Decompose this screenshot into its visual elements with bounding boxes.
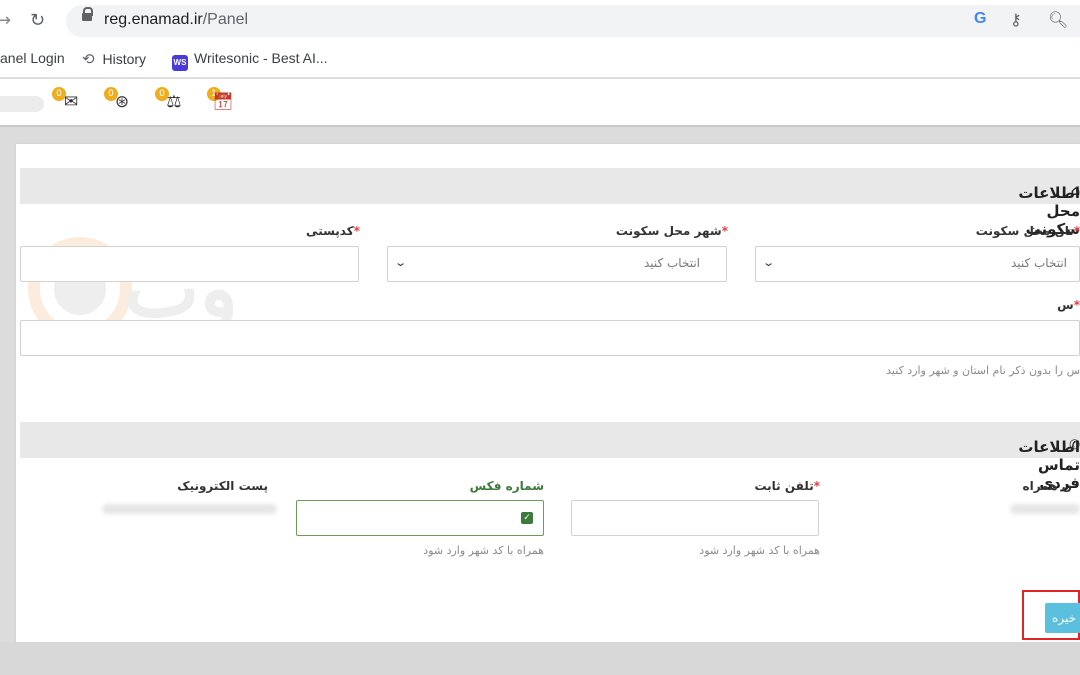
- bookmark-panel-login[interactable]: anel Login: [0, 50, 65, 66]
- mobile-label: ن همراه: [1022, 479, 1072, 493]
- page-footer-strip: [0, 642, 1080, 675]
- calendar-check-icon[interactable]: 📅︎: [212, 91, 234, 113]
- bookmark-writesonic[interactable]: WS Writesonic - Best AI...: [172, 50, 328, 71]
- envelope-open-icon[interactable]: ✉: [60, 91, 82, 113]
- province-select[interactable]: ⌄ انتخاب کنید: [755, 246, 1080, 282]
- bookmark-history[interactable]: ⟲ History: [82, 50, 146, 68]
- address-help-text: س را بدون ذکر نام استان و شهر وارد کنید: [886, 364, 1080, 377]
- address-input[interactable]: [20, 320, 1080, 356]
- fax-label: شماره فکس: [469, 479, 544, 493]
- city-select[interactable]: ⌄ انتخاب کنید: [387, 246, 727, 282]
- contact-section-header: ✆ اطلاعات تماس فردی: [20, 422, 1080, 492]
- fax-input[interactable]: ✓: [296, 500, 544, 536]
- reload-icon[interactable]: ↻: [30, 10, 45, 31]
- google-icon[interactable]: G: [974, 10, 986, 28]
- address-label: *س: [1057, 298, 1080, 312]
- chevron-down-icon: ⌄: [762, 256, 776, 269]
- city-label: *شهر محل سکونت: [615, 224, 728, 238]
- email-value-redacted: [102, 504, 277, 514]
- bookmarks-bar: anel Login ⟲ History WS Writesonic - Best…: [0, 42, 1080, 78]
- landline-label: *تلفن ثابت: [754, 479, 820, 493]
- postal-code-label: *کدپستی: [306, 224, 360, 238]
- lock-icon[interactable]: [82, 7, 93, 21]
- writesonic-icon: WS: [172, 55, 188, 71]
- key-icon[interactable]: ⚷: [1010, 10, 1022, 30]
- forward-arrow-icon[interactable]: →: [0, 10, 11, 31]
- landline-input[interactable]: [571, 500, 819, 536]
- url-text[interactable]: reg.enamad.ir/Panel: [104, 11, 248, 29]
- history-icon: ⟲: [82, 51, 95, 68]
- mobile-value-redacted: [1010, 504, 1080, 514]
- lifebuoy-icon[interactable]: ⊛: [111, 91, 133, 113]
- browser-url-bar: → ↻ reg.enamad.ir/Panel G ⚷ 🔍︎: [0, 0, 1080, 42]
- header-search-field[interactable]: [0, 96, 44, 112]
- city-select-value: انتخاب کنید: [643, 256, 700, 270]
- province-label: *تان محل سکونت: [975, 224, 1080, 238]
- residence-section-header: ⌂ اطلاعات محل سکونت: [20, 168, 1080, 238]
- scale-icon[interactable]: ⚖: [163, 91, 185, 113]
- email-label: پست الکترونیک: [177, 479, 268, 493]
- save-button[interactable]: خیره: [1045, 603, 1080, 633]
- registration-panel: [16, 144, 1080, 642]
- site-header: 0 ✉ 0 ⊛ 0 ⚖ 1 📅︎: [0, 79, 1080, 127]
- chevron-down-icon: ⌄: [394, 256, 408, 269]
- fax-help-text: همراه با کد شهر وارد شود: [423, 544, 544, 557]
- bookmark-history-label: History: [102, 51, 147, 67]
- checkmark-icon: ✓: [521, 512, 533, 524]
- province-select-value: انتخاب کنید: [1010, 256, 1067, 270]
- postal-code-input[interactable]: [20, 246, 359, 282]
- bookmark-writesonic-label: Writesonic - Best AI...: [194, 50, 328, 66]
- zoom-icon[interactable]: 🔍︎: [1048, 10, 1068, 30]
- landline-help-text: همراه با کد شهر وارد شود: [699, 544, 820, 557]
